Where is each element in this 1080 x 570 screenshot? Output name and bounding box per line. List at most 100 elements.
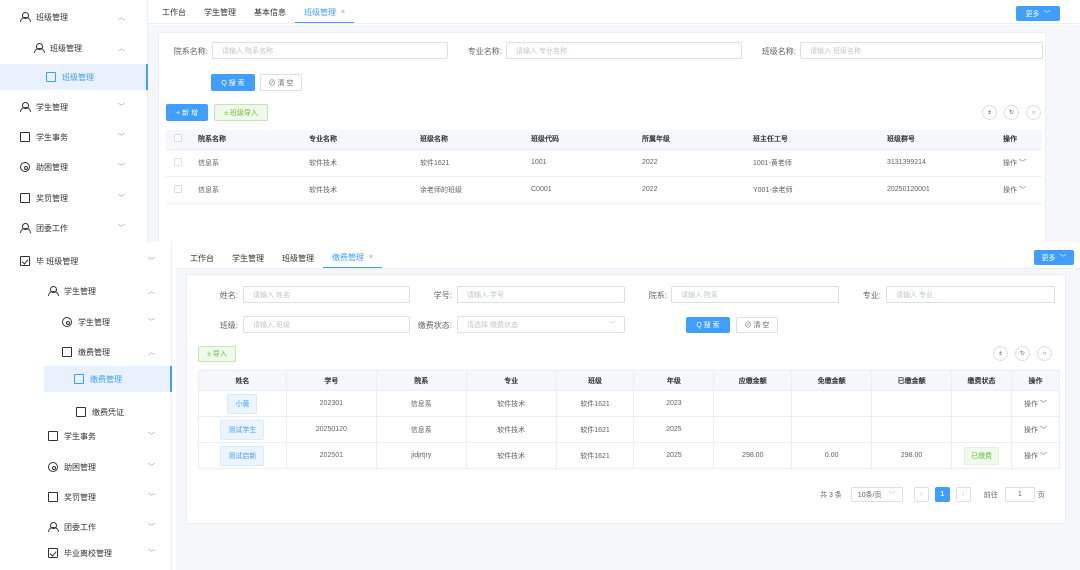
operation-dropdown[interactable]: 操作 ﹀ — [1011, 416, 1061, 443]
tab-student-mgmt[interactable]: 学生管理 — [223, 248, 273, 268]
next-page-button[interactable]: › — [955, 487, 971, 502]
table-cell: 2023 — [633, 390, 715, 417]
export-icon[interactable]: ± — [993, 346, 1008, 361]
search-button[interactable]: Q 搜 索 — [211, 74, 255, 91]
sidebar-item-student-mgmt[interactable]: 学生管理 ︿ — [48, 282, 164, 300]
tab-basic-info[interactable]: 基本信息 — [245, 2, 295, 23]
name-input[interactable]: 请输入 姓名 — [243, 286, 410, 303]
bottom-window: 毕 班级管理 ﹀ 学生管理 ︿ 学生管理 ﹀ 缴费管理 ︿ 缴费管理 缴费凭证 — [0, 242, 1080, 570]
chevron-up-icon: ︿ — [148, 349, 155, 356]
row-checkbox[interactable] — [174, 184, 182, 193]
tab-label: 工作台 — [190, 253, 214, 263]
tab-class-mgmt[interactable]: 班级管理 × — [295, 2, 355, 23]
class-name-input[interactable]: 请输入 班级名称 — [800, 42, 1043, 59]
table-row: 小黄 202301 信息系 软件技术 软件1621 2023 操作 ﹀ — [198, 390, 1061, 417]
filter-label-fee-status: 缴费状态: — [417, 321, 452, 330]
sidebar-item-aid-mgmt[interactable]: 助困管理 ﹀ — [48, 458, 164, 476]
select-all-cell[interactable] — [166, 130, 190, 150]
add-button[interactable]: + 新 增 — [166, 104, 208, 121]
reset-button[interactable]: ⊘ 清 空 — [260, 74, 302, 91]
table-cell: 1001 — [523, 149, 634, 177]
sidebar-item-student-affairs[interactable]: 学生事务 ﹀ — [20, 128, 140, 146]
chevron-down-icon: ﹀ — [888, 491, 896, 499]
goto-page-input[interactable]: 1 — [1004, 487, 1035, 502]
operation-dropdown[interactable]: 操作 ﹀ — [995, 149, 1042, 177]
sidebar-item-student-mgmt[interactable]: 学生管理 ﹀ — [20, 98, 140, 116]
sidebar-item-reward-mgmt[interactable]: 奖罚管理 ﹀ — [20, 189, 140, 207]
refresh-icon[interactable]: ↻ — [1015, 346, 1030, 361]
chevron-down-icon: ﹀ — [118, 104, 125, 111]
table-cell: 软件技术 — [466, 442, 557, 469]
major-input[interactable]: 请输入 专业 — [886, 286, 1055, 303]
sidebar-item-payment-voucher[interactable]: 缴费凭证 — [76, 403, 172, 421]
student-name-button[interactable]: 测试启新 — [220, 445, 265, 466]
student-no-input[interactable]: 请输入 学号 — [457, 286, 625, 303]
sidebar-item-class-mgmt-active[interactable]: 班级管理 — [0, 64, 148, 90]
button-label: ⊘ 清 空 — [744, 322, 770, 329]
row-select-cell[interactable] — [166, 176, 190, 204]
dept-input[interactable]: 请输入 院系 — [671, 286, 839, 303]
chevron-down-icon: ﹀ — [1043, 10, 1051, 18]
student-name-button[interactable]: 测试学生 — [220, 419, 265, 440]
table-header-row: 院系名称 专业名称 班级名称 班级代码 所属年级 班主任工号 班级群号 操作 — [166, 130, 1042, 150]
more-button[interactable]: 更多 ﹀ — [1016, 6, 1060, 21]
refresh-icon[interactable]: ↻ — [1004, 105, 1019, 120]
tab-workbench[interactable]: 工作台 — [148, 2, 195, 23]
user-icon — [48, 286, 59, 296]
search-button[interactable]: Q 搜 索 — [686, 317, 730, 333]
operation-dropdown[interactable]: 操作 ﹀ — [1011, 442, 1061, 469]
sidebar-item-fee-mgmt-active[interactable]: 缴费管理 — [44, 366, 172, 392]
sidebar-item-label: 班级管理 — [50, 43, 82, 53]
row-select-cell[interactable] — [166, 149, 190, 177]
sidebar-item-graduation-class[interactable]: 毕 班级管理 ﹀ — [20, 252, 164, 270]
search-toggle-icon[interactable]: ○ — [1037, 346, 1052, 361]
operation-dropdown[interactable]: 操作 ﹀ — [995, 176, 1042, 204]
class-input[interactable]: 请输入 班级 — [243, 316, 410, 333]
sidebar-item-league-work[interactable]: 团委工作 ﹀ — [48, 518, 164, 536]
dept-name-input[interactable]: 请输入 院系名称 — [212, 42, 448, 59]
sidebar-item-graduation-leave[interactable]: 毕业离校管理 ﹀ — [48, 544, 164, 562]
chevron-down-icon: ﹀ — [118, 134, 125, 141]
sidebar-item-class-mgmt[interactable]: 班级管理 ︿ — [20, 8, 140, 26]
table-cell: 软件技术 — [466, 416, 557, 443]
select-all-checkbox[interactable] — [174, 134, 182, 143]
table-cell: 信息系 — [376, 390, 467, 417]
tab-student-mgmt[interactable]: 学生管理 — [195, 2, 245, 23]
more-button[interactable]: 更多 ﹀ — [1034, 250, 1074, 265]
operation-label: 操作 — [1003, 159, 1017, 167]
column-header: 学号 — [286, 370, 377, 391]
goto-label: 前往 — [983, 491, 998, 499]
fee-status-select[interactable]: 请选择 缴费状态 ﹀ — [457, 316, 625, 333]
sidebar-item-student-affairs[interactable]: 学生事务 ﹀ — [48, 427, 164, 445]
prev-page-button[interactable]: ‹ — [913, 487, 929, 502]
button-label: + 新 增 — [176, 109, 198, 117]
reset-button[interactable]: ⊘ 清 空 — [736, 317, 778, 333]
class-import-button[interactable]: ± 班级导入 — [214, 104, 268, 121]
sidebar-item-student-mgmt-sub[interactable]: 学生管理 ﹀ — [62, 313, 164, 331]
tab-class-mgmt[interactable]: 班级管理 — [273, 248, 323, 268]
page-size-select[interactable]: 10条/页 ﹀ — [850, 487, 903, 502]
sidebar-item-class-mgmt-sub[interactable]: 班级管理 ︿ — [34, 39, 140, 57]
operation-label: 操作 — [1024, 400, 1038, 408]
export-icon[interactable]: ± — [982, 105, 997, 120]
operation-dropdown[interactable]: 操作 ﹀ — [1011, 390, 1061, 417]
student-name-button[interactable]: 小黄 — [227, 393, 258, 414]
award-icon — [48, 492, 58, 502]
import-button[interactable]: ± 导入 — [198, 346, 236, 362]
page-number-current[interactable]: 1 — [934, 487, 950, 502]
tab-label: 缴费管理 — [332, 253, 364, 262]
sidebar-item-fee-mgmt[interactable]: 缴费管理 ︿ — [62, 343, 164, 361]
close-icon[interactable]: × — [341, 9, 345, 16]
sidebar-item-aid-mgmt[interactable]: 助困管理 ﹀ — [20, 158, 140, 176]
row-checkbox[interactable] — [174, 157, 182, 166]
sidebar-item-league-work[interactable]: 团委工作 ﹀ — [20, 219, 140, 237]
tab-fee-mgmt[interactable]: 缴费管理 × — [323, 248, 383, 268]
sidebar-item-reward-mgmt[interactable]: 奖罚管理 ﹀ — [48, 488, 164, 506]
tab-workbench[interactable]: 工作台 — [176, 248, 223, 268]
sidebar-item-label: 团委工作 — [64, 522, 96, 532]
major-name-input[interactable]: 请输入 专业名称 — [506, 42, 742, 59]
more-label: 更多 — [1025, 10, 1040, 18]
search-toggle-icon[interactable]: ○ — [1026, 105, 1041, 120]
table-cell: 软件1621 — [556, 442, 635, 469]
close-icon[interactable]: × — [369, 254, 373, 261]
